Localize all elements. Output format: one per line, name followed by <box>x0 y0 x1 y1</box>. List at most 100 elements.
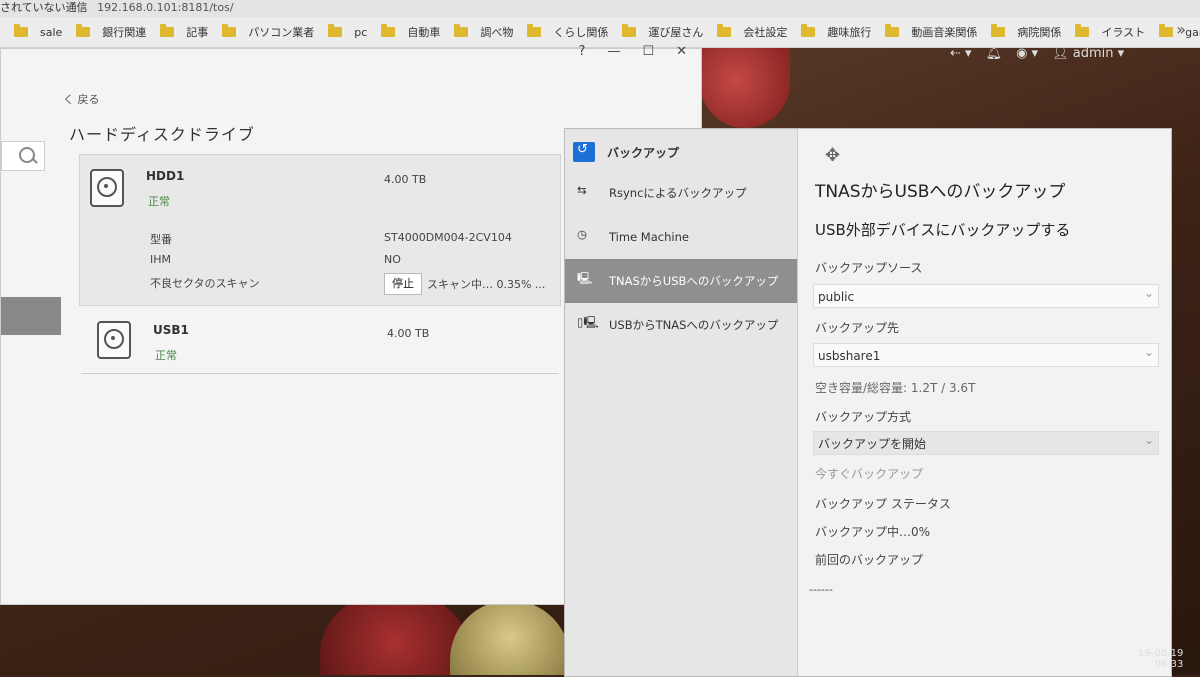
source-label: バックアップソース <box>815 261 923 275</box>
top-nav: ⇠ ▾ 🔔︎ ◉ ▾ 👤︎ admin ▾ <box>950 40 1180 66</box>
clock-time: 06:33 <box>1154 659 1184 670</box>
sidebar-item-selected[interactable] <box>1 297 61 335</box>
last-backup-label: 前回のバックアップ <box>815 553 924 567</box>
bookmark-label: 会社設定 <box>743 26 788 39</box>
bookmark-label: 記事 <box>186 26 209 39</box>
backup-now-button[interactable]: 今すぐバックアップ <box>815 465 923 482</box>
disk-capacity: 4.00 TB <box>384 173 427 186</box>
bookmark-item[interactable]: sale <box>14 17 62 47</box>
sidebar-item-label: Time Machine <box>609 230 689 244</box>
back-link[interactable]: く 戻る <box>63 91 100 107</box>
rsync-icon: ⇆ <box>577 183 587 197</box>
bookmark-label: パソコン業者 <box>248 26 315 39</box>
hard-disk-icon <box>90 169 124 207</box>
bookmark-item[interactable]: 自動車 <box>381 17 440 47</box>
source-select[interactable]: public <box>813 281 1159 308</box>
disk-capacity: 4.00 TB <box>387 327 430 340</box>
url-text[interactable]: 192.168.0.101:8181/tos/ <box>97 1 233 14</box>
user-menu[interactable]: 👤︎ admin ▾ <box>1052 46 1124 61</box>
bookmark-label: 運び屋さん <box>648 26 704 39</box>
usb1-row[interactable]: USB1 正常 4.00 TB <box>81 311 559 374</box>
sidebar-item-usb-to-nas[interactable]: ▯🖳︎ USBからTNASへのバックアップ <box>565 305 797 345</box>
folder-icon <box>381 24 396 37</box>
clock-date: 19-08-19 <box>1138 648 1184 659</box>
backup-app-header: バックアップ <box>565 133 797 171</box>
backup-app-icon <box>573 142 595 162</box>
scan-label: 不良セクタのスキャン <box>150 277 260 290</box>
taskbar-clock: 19-08-19 06:33 <box>1138 648 1183 670</box>
ihm-value: NO <box>384 253 401 266</box>
window-controls: ? — ☐ ✕ <box>579 44 687 59</box>
folder-icon <box>222 24 237 37</box>
bookmark-label: 銀行関連 <box>102 26 147 39</box>
bookmark-item[interactable]: 調べ物 <box>454 17 513 47</box>
page-title: ハードディスクドライブ <box>69 125 255 144</box>
capacity-text: 空き容量/総容量: 1.2T / 3.6T <box>815 381 976 395</box>
destination-label: バックアップ先 <box>815 321 900 335</box>
help-button[interactable]: ? <box>579 44 586 59</box>
stop-scan-button[interactable]: 停止 <box>384 273 422 295</box>
bookmark-item[interactable]: 記事 <box>160 17 208 47</box>
backup-sidebar: バックアップ ⇆ Rsyncによるバックアップ ◷ Time Machine 🖳… <box>565 129 798 676</box>
method-label: バックアップ方式 <box>815 410 912 424</box>
folder-icon <box>454 24 469 37</box>
disk-name: USB1 <box>153 323 189 337</box>
settings-icon[interactable]: ◉ ▾ <box>1016 46 1038 61</box>
bookmark-label: pc <box>354 25 368 39</box>
close-button[interactable]: ✕ <box>676 44 687 59</box>
move-icon[interactable]: ✥ <box>825 145 840 166</box>
section-subtitle: USB外部デバイスにバックアップする <box>815 221 1071 239</box>
folder-icon <box>160 24 175 37</box>
bookmark-item[interactable]: pc <box>328 17 367 47</box>
method-select[interactable]: バックアップを開始 <box>813 428 1159 455</box>
bell-icon[interactable]: 🔔︎ <box>986 46 1003 61</box>
hard-disk-icon <box>97 321 131 359</box>
bookmark-label: 動画音楽関係 <box>911 26 978 39</box>
bookmark-label: イラスト <box>1101 26 1146 39</box>
bookmark-label: 自動車 <box>407 26 441 39</box>
hdd1-card[interactable]: HDD1 正常 4.00 TB 型番 ST4000DM004-2CV104 IH… <box>79 154 561 306</box>
disk-name: HDD1 <box>146 169 185 183</box>
bookmark-label: くらし関係 <box>553 26 609 39</box>
security-label: されていない通信 <box>0 1 88 14</box>
status-label: バックアップ ステータス <box>815 497 951 511</box>
nas-to-usb-icon: 🖳︎ <box>577 271 593 285</box>
ihm-label: IHM <box>150 253 172 266</box>
usb-icon[interactable]: ⇠ ▾ <box>950 46 972 61</box>
bookmark-label: sale <box>40 25 63 39</box>
model-value: ST4000DM004-2CV104 <box>384 231 512 244</box>
folder-icon <box>801 24 816 37</box>
bookmark-item[interactable]: パソコン業者 <box>222 17 314 47</box>
folder-icon <box>527 24 542 37</box>
folder-icon <box>717 24 732 37</box>
bookmark-item[interactable]: 銀行関連 <box>76 17 146 47</box>
sidebar-item-label: USBからTNASへのバックアップ <box>609 318 779 332</box>
sidebar-item-time-machine[interactable]: ◷ Time Machine <box>565 217 797 257</box>
folder-icon <box>14 24 28 37</box>
more-bookmarks-button[interactable]: » <box>1176 20 1186 39</box>
sidebar-item-rsync[interactable]: ⇆ Rsyncによるバックアップ <box>565 173 797 213</box>
maximize-button[interactable]: ☐ <box>642 44 654 59</box>
search-icon[interactable] <box>19 147 35 163</box>
bookmark-item[interactable]: くらし関係 <box>527 17 608 47</box>
disk-status: 正常 <box>148 195 170 208</box>
bookmark-item[interactable]: 趣味旅行 <box>801 17 871 47</box>
folder-icon <box>991 24 1006 37</box>
minimize-button[interactable]: — <box>607 44 620 59</box>
model-label: 型番 <box>150 233 172 246</box>
sidebar-item-nas-to-usb[interactable]: 🖳︎ TNASからUSBへのバックアップ <box>565 259 797 303</box>
folder-icon <box>1159 24 1174 37</box>
sidebar-item-label: Rsyncによるバックアップ <box>609 186 747 200</box>
bookmark-label: game <box>1185 25 1200 39</box>
destination-select[interactable]: usbshare1 <box>813 340 1159 367</box>
bookmark-label: 病院関係 <box>1017 26 1062 39</box>
bookmark-item[interactable]: 運び屋さん <box>622 17 703 47</box>
sidebar-item-label: TNASからUSBへのバックアップ <box>609 274 779 288</box>
page-title: TNASからUSBへのバックアップ <box>815 182 1066 202</box>
folder-icon <box>328 24 343 37</box>
last-backup-value: ------ <box>809 583 833 596</box>
address-bar[interactable]: されていない通信 192.168.0.101:8181/tos/ <box>0 0 1200 17</box>
disk-status: 正常 <box>155 349 177 362</box>
bookmark-item[interactable]: 会社設定 <box>717 17 787 47</box>
time-machine-icon: ◷ <box>577 227 588 241</box>
